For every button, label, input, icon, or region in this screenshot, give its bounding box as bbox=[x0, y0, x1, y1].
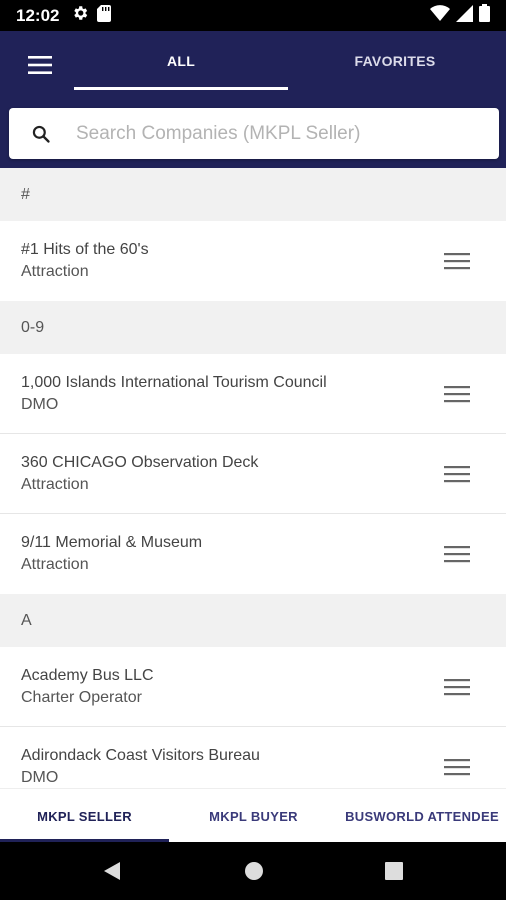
drag-handle-icon[interactable] bbox=[444, 677, 470, 697]
company-type: Attraction bbox=[21, 263, 89, 280]
company-type: Charter Operator bbox=[21, 688, 142, 706]
back-icon[interactable] bbox=[100, 859, 124, 883]
drag-handle-icon[interactable] bbox=[444, 464, 470, 484]
company-type: DMO bbox=[21, 768, 59, 786]
tab-indicator bbox=[74, 87, 288, 90]
company-name: #1 Hits of the 60's bbox=[21, 241, 149, 258]
company-name: 360 CHICAGO Observation Deck bbox=[21, 453, 259, 471]
system-nav-bar bbox=[0, 842, 506, 900]
wifi-icon bbox=[430, 5, 450, 26]
status-bar: 12:02 bbox=[0, 0, 506, 31]
list-item[interactable]: #1 Hits of the 60's Attraction bbox=[0, 221, 506, 301]
list-item[interactable]: 360 CHICAGO Observation Deck Attraction bbox=[0, 434, 506, 514]
hamburger-menu-icon[interactable] bbox=[20, 51, 60, 79]
drag-handle-icon[interactable] bbox=[444, 544, 470, 564]
company-name: 1,000 Islands International Tourism Coun… bbox=[21, 373, 327, 391]
drag-handle-icon[interactable] bbox=[444, 251, 470, 271]
list-item[interactable]: 9/11 Memorial & Museum Attraction bbox=[0, 514, 506, 594]
section-header: 0-9 bbox=[0, 301, 506, 354]
company-list: # #1 Hits of the 60's Attraction 0-9 1,0… bbox=[0, 168, 506, 788]
recents-icon[interactable] bbox=[382, 859, 406, 883]
company-type: Attraction bbox=[21, 475, 89, 493]
drag-handle-icon[interactable] bbox=[444, 757, 470, 777]
list-item[interactable]: Adirondack Coast Visitors Bureau DMO bbox=[0, 727, 506, 788]
signal-icon bbox=[456, 4, 473, 27]
sd-card-icon bbox=[97, 4, 112, 27]
bottom-tab-bar: MKPL SELLER MKPL BUYER BUSWORLD ATTENDEE bbox=[0, 788, 506, 842]
company-type: DMO bbox=[21, 395, 59, 413]
drag-handle-icon[interactable] bbox=[444, 384, 470, 404]
battery-icon bbox=[479, 4, 490, 27]
app-screen: 12:02 ALL FAVORITES Search Companies (MK… bbox=[0, 0, 506, 900]
search-box[interactable] bbox=[9, 108, 499, 159]
section-header: A bbox=[0, 594, 506, 647]
tab-favorites[interactable]: FAVORITES bbox=[288, 31, 502, 91]
company-type: Attraction bbox=[21, 556, 89, 573]
tab-busworld-attendee[interactable]: BUSWORLD ATTENDEE bbox=[338, 789, 506, 843]
home-icon[interactable] bbox=[242, 859, 266, 883]
gear-icon bbox=[71, 4, 89, 27]
search-icon bbox=[32, 125, 50, 143]
list-item[interactable]: Academy Bus LLC Charter Operator bbox=[0, 647, 506, 727]
tab-all[interactable]: ALL bbox=[74, 31, 288, 91]
company-name: Academy Bus LLC bbox=[21, 666, 154, 684]
search-input[interactable] bbox=[76, 122, 476, 145]
list-item[interactable]: 1,000 Islands International Tourism Coun… bbox=[0, 354, 506, 434]
company-name: Adirondack Coast Visitors Bureau bbox=[21, 746, 260, 764]
company-name: 9/11 Memorial & Museum bbox=[21, 534, 203, 551]
section-header: # bbox=[0, 168, 506, 221]
tab-mkpl-buyer[interactable]: MKPL BUYER bbox=[169, 789, 338, 843]
app-header: ALL FAVORITES bbox=[0, 31, 506, 168]
tab-mkpl-seller[interactable]: MKPL SELLER bbox=[0, 789, 169, 843]
status-time: 12:02 bbox=[16, 5, 60, 25]
